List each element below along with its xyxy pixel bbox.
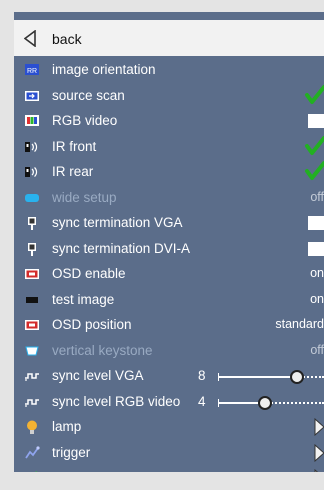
setting-value[interactable]: on: [310, 292, 324, 306]
sync-wave-icon: [25, 398, 39, 407]
back-label: back: [52, 31, 82, 47]
slider-track-filled: [218, 376, 296, 378]
slider-knob[interactable]: [290, 370, 304, 384]
submenu-arrow-icon[interactable]: [314, 418, 324, 436]
menu-item-label: wide setup: [52, 189, 117, 205]
menu-item-sync-termination-dvi-a[interactable]: sync termination DVI-A: [14, 237, 324, 261]
setting-value[interactable]: on: [310, 266, 324, 280]
rotate-monitor-icon: RR: [25, 64, 39, 75]
menu-item-test-image[interactable]: test image on: [14, 288, 324, 312]
menu-item-ir-rear[interactable]: IR rear: [14, 160, 324, 184]
checkmark-icon[interactable]: [304, 135, 324, 157]
menu-item-vertical-keystone[interactable]: vertical keystone off: [14, 339, 324, 363]
level-slider[interactable]: 8: [198, 366, 324, 386]
menu-item-ir-front[interactable]: IR front: [14, 135, 324, 159]
sync-wave-icon: [25, 373, 39, 381]
menu-item-label: sync termination DVI-A: [52, 240, 191, 256]
slider-value: 4: [198, 393, 206, 409]
checkmark-icon[interactable]: [304, 160, 324, 182]
setting-value[interactable]: standard: [275, 317, 324, 331]
back-button[interactable]: back: [14, 20, 324, 56]
submenu-arrow-icon[interactable]: [314, 469, 324, 472]
menu-item-label: lamp: [52, 419, 82, 434]
slider-knob[interactable]: [258, 395, 272, 410]
level-slider[interactable]: 4: [198, 392, 324, 412]
submenu-arrow-icon[interactable]: [314, 443, 324, 462]
slider-value: 8: [198, 368, 206, 383]
menu-item-osd-enable[interactable]: OSD enable on: [14, 262, 324, 286]
rgb-monitor-icon: [25, 115, 39, 126]
menu-item-label: sync level RGB video: [52, 393, 181, 409]
checkmark-icon[interactable]: [304, 84, 324, 106]
menu-item-label: IR rear: [52, 164, 94, 179]
osd-icon: [25, 269, 39, 279]
menu-item-sync-level-vga[interactable]: sync level VGA 8: [14, 364, 324, 388]
setting-value[interactable]: off: [310, 343, 324, 357]
svg-text:RR: RR: [27, 68, 37, 75]
checkbox-unchecked[interactable]: [308, 114, 324, 128]
menu-item-label: test image: [52, 291, 115, 307]
test-image-icon: [26, 296, 38, 303]
checkbox-unchecked[interactable]: [308, 216, 324, 230]
menu-item-label: vertical keystone: [52, 342, 153, 358]
back-arrow-icon: [24, 30, 36, 47]
edid-icon: [35, 471, 37, 472]
menu-item-label: trigger: [52, 444, 91, 460]
menu-item-sync-termination-vga[interactable]: sync termination VGA: [14, 211, 324, 235]
trigger-icon: [25, 445, 40, 458]
osd-icon: [25, 320, 39, 330]
menu-item-rgb-video[interactable]: RGB video: [14, 109, 324, 133]
menu-item-edid[interactable]: EDID: [14, 466, 324, 472]
wide-screen-icon: [25, 193, 39, 202]
ir-sensor-icon: [25, 167, 38, 177]
slider-tick: [218, 398, 219, 407]
ir-sensor-icon: [25, 141, 38, 152]
menu-item-label: source scan: [52, 87, 125, 103]
keystone-icon: [25, 346, 39, 355]
menu-item-image-orientation[interactable]: RR image orientation: [14, 58, 324, 82]
lamp-icon: [27, 420, 37, 434]
slider-tick: [218, 373, 219, 381]
setting-value[interactable]: off: [310, 190, 324, 204]
menu-item-label: image orientation: [52, 62, 156, 77]
menu-item-label: RGB video: [52, 113, 118, 128]
menu-item-label: sync termination VGA: [52, 215, 183, 230]
menu-item-label: EDID: [52, 470, 84, 472]
plug-icon: [28, 242, 36, 256]
menu-item-label: OSD enable: [52, 266, 126, 281]
osd-menu-panel: back RR image orientation source scan RGB v…: [14, 12, 324, 472]
menu-item-label: sync level VGA: [52, 368, 144, 383]
menu-item-source-scan[interactable]: source scan: [14, 84, 324, 108]
checkbox-unchecked[interactable]: [308, 241, 324, 256]
menu-item-label: IR front: [52, 138, 97, 154]
menu-item-sync-level-rgb-video[interactable]: sync level RGB video 4: [14, 390, 324, 414]
plug-icon: [28, 217, 36, 230]
menu-item-trigger[interactable]: trigger: [14, 441, 324, 465]
menu-item-wide-setup[interactable]: wide setup off: [14, 186, 324, 210]
menu-item-lamp[interactable]: lamp: [14, 415, 324, 439]
menu-item-label: OSD position: [52, 317, 132, 332]
slider-track-empty: [264, 401, 324, 404]
source-input-icon: [25, 90, 39, 101]
menu-item-osd-position[interactable]: OSD position standard: [14, 313, 324, 337]
